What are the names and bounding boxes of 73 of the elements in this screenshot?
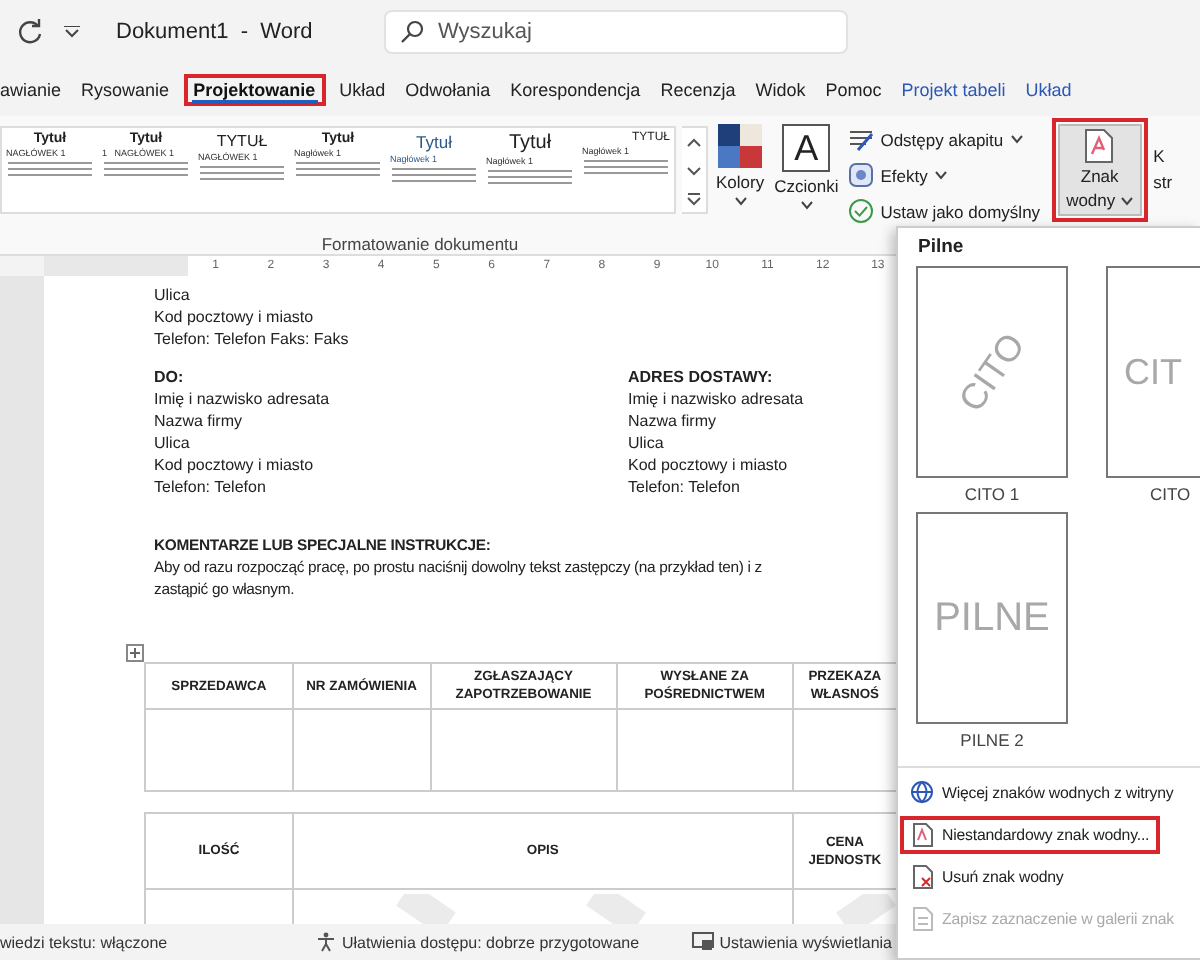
accessibility-icon: [316, 932, 336, 952]
style-title: TYTUŁ: [216, 132, 268, 150]
ribbon-tab[interactable]: awianie: [0, 74, 68, 106]
address-line: Ulica: [154, 432, 192, 454]
address-line: Kod pocztowy i miasto: [154, 306, 316, 328]
ribbon-tab[interactable]: Projektowanie: [183, 74, 326, 106]
ribbon-tab[interactable]: Recenzja: [654, 74, 742, 106]
chevron-down-icon: [686, 163, 702, 177]
chevron-up-icon: [686, 135, 702, 149]
search-field[interactable]: Wyszukaj: [384, 10, 848, 54]
page-color-button[interactable]: K str: [1153, 144, 1173, 196]
style-title: Tytuł: [416, 132, 452, 152]
address-line: Imię i nazwisko adresata: [628, 388, 806, 410]
caret-icon: [1119, 196, 1134, 206]
ribbon-tab[interactable]: Układ: [1019, 74, 1078, 106]
address-heading: DO:: [154, 366, 186, 388]
color-palette-icon: [718, 124, 763, 168]
dropdown-caret-icon[interactable]: [64, 26, 80, 38]
watermark-preview-text: CIT: [1124, 351, 1182, 393]
ribbon-tab[interactable]: Korespondencja: [504, 74, 647, 106]
watermark-button[interactable]: Znak wodny: [1058, 124, 1142, 216]
redo-icon[interactable]: [16, 18, 44, 46]
table-cell[interactable]: [292, 709, 431, 791]
table-move-handle-icon[interactable]: [126, 644, 144, 662]
text-lines-drawing: [8, 160, 92, 180]
ribbon-tab[interactable]: Projekt tabeli: [895, 74, 1012, 106]
group-label: Formatowanie dokumentu: [319, 234, 521, 254]
address-line: Kod pocztowy i miasto: [154, 454, 316, 476]
section-heading: Pilne: [916, 234, 966, 262]
effects-icon: [848, 162, 875, 188]
page-stamp-icon: [1084, 128, 1115, 164]
ribbon-tab[interactable]: Odwołania: [399, 74, 497, 106]
paragraph-spacing-icon: [848, 126, 875, 152]
style-title: Tytuł: [508, 132, 552, 154]
ribbon-button[interactable]: Odstępy akapitu: [846, 124, 1043, 154]
ribbon-tab[interactable]: Rysowanie: [75, 74, 176, 106]
accessibility-status[interactable]: Ułatwienia dostępu: dobrze przygotowane: [316, 932, 640, 952]
checkmark-circle-icon: [848, 198, 875, 224]
address-line: Ulica: [154, 284, 192, 306]
ribbon-tab[interactable]: Układ: [333, 74, 392, 106]
ribbon-tab[interactable]: Pomoc: [819, 74, 888, 106]
address-line: Kod pocztowy i miasto: [628, 454, 790, 476]
ribbon-button[interactable]: Efekty: [846, 160, 1043, 190]
document-save-icon: [910, 906, 934, 932]
address-line: Imię i nazwisko adresata: [154, 388, 332, 410]
address-line: Nazwa firmy: [628, 410, 719, 432]
monitor-icon: [691, 932, 714, 952]
address-line: Telefon: Telefon: [628, 476, 742, 498]
display-settings-button[interactable]: Ustawienia wyświetlania: [691, 932, 892, 952]
window-title: Dokument1 - Word: [116, 20, 315, 44]
status-text: wiedzi tekstu: włączone: [0, 933, 170, 951]
watermark-preview-text: PILNE: [934, 595, 1050, 641]
address-line: Ulica: [628, 432, 666, 454]
ribbon-tab[interactable]: Widok: [749, 74, 812, 106]
globe-icon: [910, 780, 934, 806]
caret-icon: [799, 200, 814, 210]
fonts-button[interactable]: A Czcionki: [772, 124, 841, 210]
table-cell[interactable]: [430, 709, 617, 791]
text-lines-drawing: [584, 158, 668, 178]
search-icon: [400, 20, 424, 44]
document-icon: [910, 822, 934, 848]
address-line: Telefon: Telefon: [154, 476, 268, 498]
ribbon-button[interactable]: Ustaw jako domyślny: [846, 196, 1043, 226]
address-line: Nazwa firmy: [154, 410, 245, 432]
address-heading: ADRES DOSTAWY:: [628, 366, 775, 388]
expand-gallery-icon: [686, 191, 702, 205]
caret-icon: [733, 196, 748, 206]
font-glyph: A: [782, 124, 831, 172]
table-cell[interactable]: [145, 709, 293, 791]
document-remove-icon: [910, 864, 934, 890]
colors-button[interactable]: Kolory: [714, 124, 767, 206]
address-line: Telefon: Telefon Faks: Faks: [154, 328, 351, 350]
table-cell[interactable]: [616, 709, 793, 791]
